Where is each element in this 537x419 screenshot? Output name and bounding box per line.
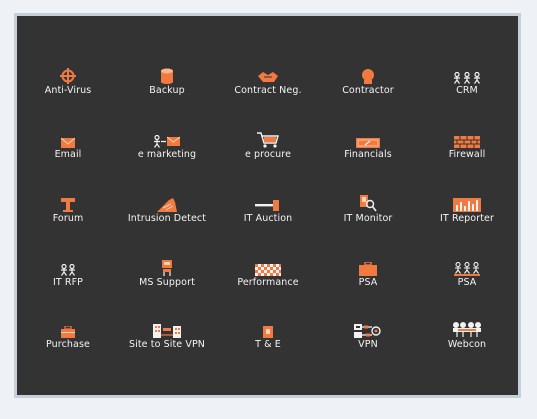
item-label: Backup [149,85,185,96]
it-monitor-item[interactable]: IT Monitor [320,192,416,232]
briefcase-icon [320,256,416,276]
item-label: T & E [255,339,281,350]
bar-chart-icon [419,192,515,212]
backup-item[interactable]: Backup [119,64,215,104]
anti-virus-item[interactable]: Anti-Virus [20,64,116,104]
vpn-item[interactable]: VPN [320,318,416,358]
database-icon [119,64,215,84]
intrusion-icon [119,192,215,212]
site-to-site-vpn-item[interactable]: Site to Site VPN [119,318,215,358]
support-person-icon [119,256,215,276]
brick-wall-icon [419,128,515,148]
item-label: Contract Neg. [234,85,302,96]
item-label: IT Monitor [343,213,393,224]
receipt-icon [220,318,316,338]
item-label: Webcon [447,339,487,350]
envelope-icon [20,128,116,148]
monitor-search-icon [320,192,416,212]
it-reporter-item[interactable]: IT Reporter [419,192,515,232]
email-item[interactable]: Email [20,128,116,168]
buildings-icon [119,318,215,338]
item-label: Intrusion Detect [127,213,207,224]
people-group-icon [419,64,515,84]
contractor-item[interactable]: Contractor [320,64,416,104]
psa-team-item[interactable]: PSA [419,256,515,296]
e-procure-item[interactable]: e procure [220,128,316,168]
item-label: CRM [456,85,478,96]
e-marketing-item[interactable]: e marketing [119,128,215,168]
intrusion-detect-item[interactable]: Intrusion Detect [119,192,215,232]
two-people-icon [20,256,116,276]
purchase-item[interactable]: Purchase [20,318,116,358]
ms-support-item[interactable]: MS Support [119,256,215,296]
handshake-icon [220,64,316,84]
item-label: Forum [52,213,84,224]
performance-item[interactable]: Performance [220,256,316,296]
check-banknote-icon [320,128,416,148]
item-label: IT Auction [243,213,293,224]
item-label: IT RFP [52,277,84,288]
crm-item[interactable]: CRM [419,64,515,104]
shopping-bag-icon [20,318,116,338]
financials-item[interactable]: Financials [320,128,416,168]
item-label: Purchase [46,339,90,350]
item-label: MS Support [139,277,195,288]
contract-neg-item[interactable]: Contract Neg. [220,64,316,104]
icon-panel: Anti-Virus Backup Contract Neg. Contract… [17,16,518,395]
item-label: Financials [344,149,392,160]
person-envelope-icon [119,128,215,148]
person-head-icon [320,64,416,84]
item-label: Firewall [448,149,486,160]
item-label: Anti-Virus [44,85,92,96]
firewall-item[interactable]: Firewall [419,128,515,168]
item-label: e marketing [137,149,197,160]
psa-briefcase-item[interactable]: PSA [320,256,416,296]
web-conference-icon [419,318,515,338]
it-auction-item[interactable]: IT Auction [220,192,316,232]
item-label: e procure [244,149,292,160]
gavel-icon [220,192,316,212]
crosshair-icon [20,64,116,84]
t-and-e-item[interactable]: T & E [220,318,316,358]
podium-icon [20,192,116,212]
forum-item[interactable]: Forum [20,192,116,232]
checkered-flag-icon [220,256,316,276]
webcon-item[interactable]: Webcon [419,318,515,358]
item-label: PSA [457,277,477,288]
item-label: Email [54,149,82,160]
shopping-cart-icon [220,128,316,148]
item-label: Performance [237,277,299,288]
item-label: Contractor [342,85,394,96]
item-label: PSA [358,277,378,288]
team-icon [419,256,515,276]
item-label: Site to Site VPN [128,339,205,350]
item-label: VPN [358,339,378,350]
it-rfp-item[interactable]: IT RFP [20,256,116,296]
vpn-key-icon [320,318,416,338]
item-label: IT Reporter [440,213,494,224]
